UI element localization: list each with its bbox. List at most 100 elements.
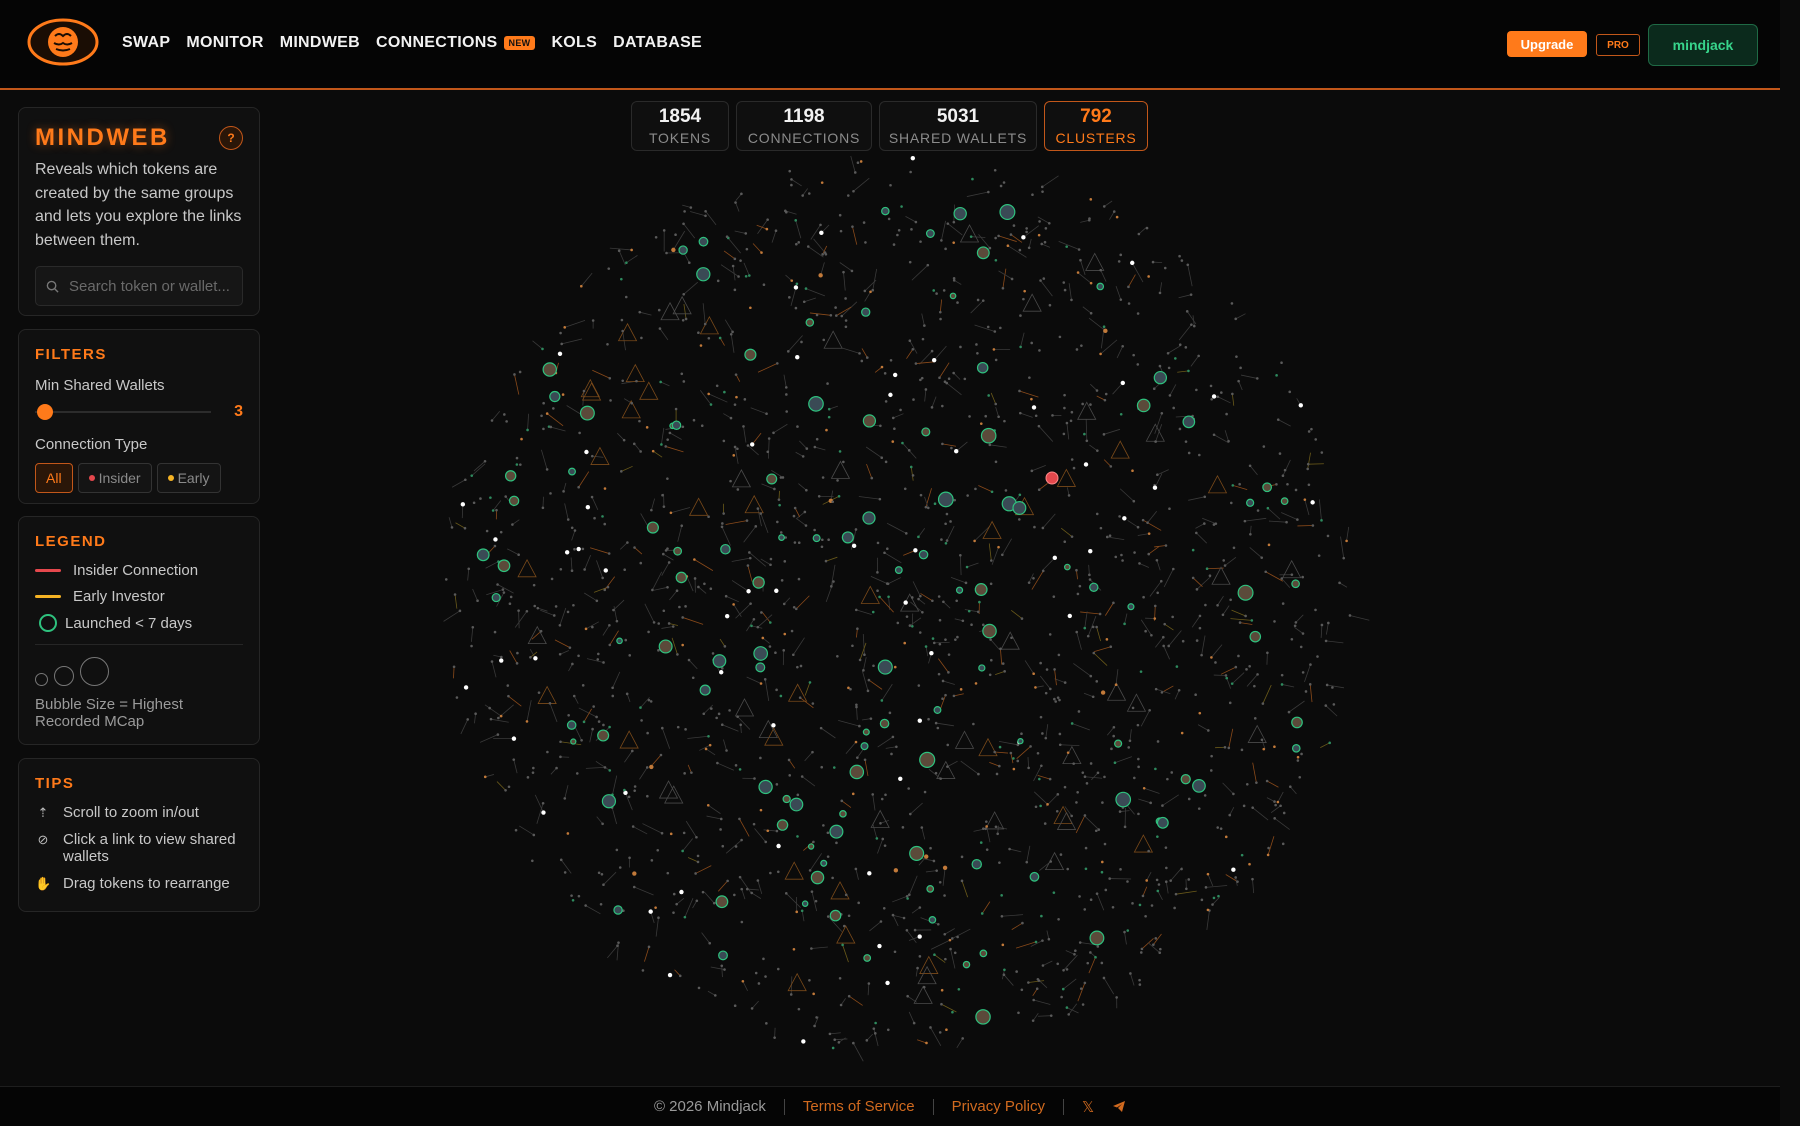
graph-link[interactable] [724,251,735,259]
launched-token-node[interactable] [754,647,768,661]
token-node[interactable] [1063,433,1066,436]
token-node[interactable] [734,403,737,406]
token-node[interactable] [1268,544,1271,547]
launched-token-node[interactable] [716,896,728,908]
token-node[interactable] [855,703,858,706]
token-node[interactable] [777,870,780,873]
token-node[interactable] [721,845,724,848]
graph-link[interactable] [863,634,864,655]
token-node[interactable] [1338,582,1341,585]
token-node[interactable] [981,912,984,915]
graph-link[interactable] [1033,1013,1038,1020]
token-node[interactable] [997,546,1000,549]
token-node[interactable] [1019,412,1022,415]
token-node[interactable] [796,425,799,428]
graph-link[interactable] [1067,1008,1079,1013]
graph-link[interactable] [603,625,609,635]
graph-link[interactable] [541,450,547,470]
token-node[interactable] [987,394,990,397]
token-node[interactable] [577,654,580,657]
token-node[interactable] [532,771,535,774]
token-node[interactable] [1213,523,1216,526]
launched-token-node[interactable] [977,247,989,259]
token-node[interactable] [1186,310,1189,313]
graph-link[interactable] [736,194,742,201]
token-node[interactable] [836,655,839,658]
token-node[interactable] [509,602,512,605]
token-node[interactable] [560,568,563,571]
token-node[interactable] [1314,438,1317,441]
graph-link[interactable] [603,872,616,885]
token-node[interactable] [603,589,606,592]
launched-token-node[interactable] [783,795,790,802]
graph-link[interactable] [1164,646,1170,659]
token-node[interactable] [798,578,801,581]
token-node[interactable] [1196,588,1199,591]
token-node[interactable] [821,181,824,184]
graph-link[interactable] [1107,727,1114,735]
graph-link[interactable] [592,370,609,378]
graph-link[interactable] [1247,674,1258,686]
token-node[interactable] [726,235,729,238]
token-node[interactable] [1003,968,1006,971]
graph-link[interactable] [698,587,706,593]
token-node[interactable] [801,909,804,912]
token-node[interactable] [1294,624,1297,627]
token-node[interactable] [742,980,745,983]
token-node[interactable] [977,773,980,776]
token-node[interactable] [764,841,767,844]
token-node[interactable] [927,507,930,510]
graph-link[interactable] [1077,632,1082,650]
graph-link[interactable] [880,597,894,612]
token-node[interactable] [497,717,500,720]
token-node[interactable] [634,785,637,788]
token-node[interactable] [1059,336,1062,339]
token-node[interactable] [852,793,855,796]
graph-link[interactable] [796,596,809,609]
token-node[interactable] [998,765,1001,768]
token-node[interactable] [785,892,788,895]
token-node[interactable] [1015,970,1018,973]
graph-link[interactable] [555,640,570,648]
graph-link[interactable] [528,414,529,430]
token-node[interactable] [688,659,691,662]
launched-token-node[interactable] [922,428,930,436]
token-node[interactable] [1103,325,1106,328]
token-node[interactable] [1284,469,1287,472]
token-node[interactable] [1119,254,1122,257]
launched-token-node[interactable] [1292,580,1299,587]
launched-token-node[interactable] [963,961,969,967]
token-node[interactable] [565,550,569,554]
token-node[interactable] [1327,535,1330,538]
graph-link[interactable] [1169,630,1182,645]
graph-link[interactable] [685,898,693,917]
launched-token-node[interactable] [1030,873,1039,882]
token-node[interactable] [1056,810,1059,813]
graph-link[interactable] [586,767,605,768]
token-node[interactable] [944,958,947,961]
token-node[interactable] [989,673,992,676]
token-node[interactable] [571,526,574,529]
graph-link[interactable] [979,234,990,248]
token-node[interactable] [1256,673,1259,676]
token-node[interactable] [1064,289,1067,292]
token-node[interactable] [1138,979,1141,982]
token-node[interactable] [760,512,763,515]
token-node[interactable] [942,680,945,683]
token-node[interactable] [1316,655,1319,658]
graph-link[interactable] [811,947,827,948]
token-node[interactable] [461,502,465,506]
token-node[interactable] [1300,753,1303,756]
token-node[interactable] [560,859,563,862]
graph-link[interactable] [613,672,620,688]
token-node[interactable] [492,509,495,512]
token-node[interactable] [990,659,993,662]
graph-link[interactable] [748,566,752,582]
token-node[interactable] [628,796,631,799]
token-node[interactable] [1101,871,1104,874]
token-node[interactable] [1005,489,1008,492]
graph-link[interactable] [779,491,780,500]
graph-link[interactable] [1034,792,1047,804]
token-node[interactable] [1277,801,1280,804]
token-node[interactable] [735,396,738,399]
